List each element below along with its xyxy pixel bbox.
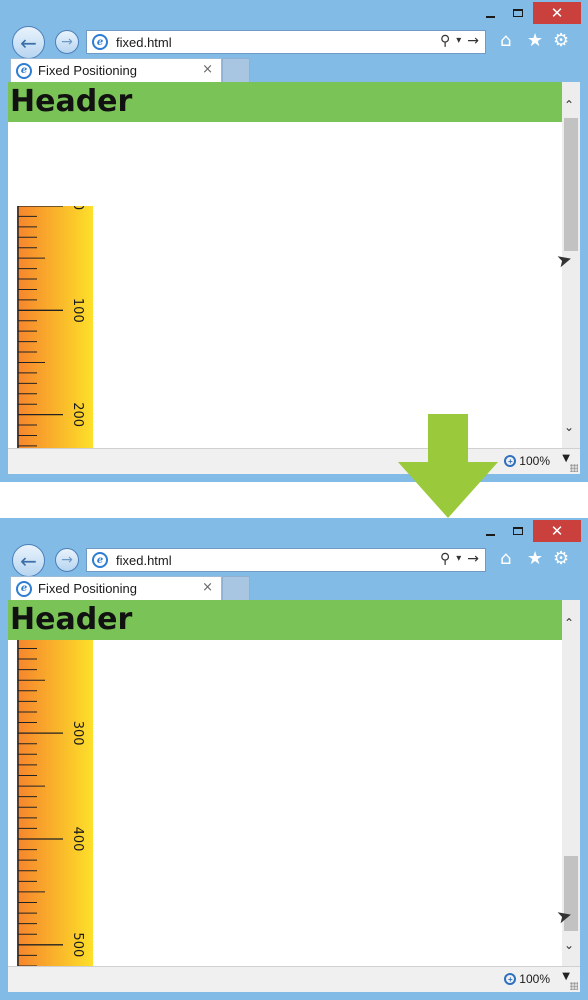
scroll-down-icon[interactable]: ⌄ (564, 420, 574, 434)
zoom-icon: + (504, 973, 517, 985)
url-text: fixed.html (116, 34, 172, 50)
minimize-icon (485, 534, 495, 536)
gear-icon[interactable]: ⚙ (553, 548, 569, 569)
ruler-label: 500 (70, 932, 85, 957)
url-text: fixed.html (116, 552, 172, 568)
ie-icon: e (16, 62, 32, 79)
minimize-icon (485, 16, 495, 18)
browser-window-before: ✕ ← → e fixed.html ⚲ ▾ → ⌂ ★ ⚙ e Fixed P… (0, 0, 588, 482)
tab-fixed-positioning[interactable]: e Fixed Positioning × (10, 576, 222, 600)
tab-close-icon[interactable]: × (202, 580, 213, 595)
scroll-up-icon[interactable]: ⌃ (564, 98, 574, 112)
go-icon[interactable]: → (467, 551, 479, 567)
ruler-label: 0 (70, 206, 85, 210)
search-icon[interactable]: ⚲ (440, 33, 450, 49)
close-window-button[interactable]: ✕ (533, 520, 581, 542)
status-bar: + 100% ▼ (8, 966, 580, 992)
ruler: 0 100 200 (17, 206, 93, 448)
star-icon[interactable]: ★ (527, 548, 543, 569)
page-viewport: Header 300 400 500 ⌃ ⌄ ➤ (8, 600, 580, 966)
home-icon[interactable]: ⌂ (500, 548, 511, 569)
zoom-level: 100% (519, 972, 550, 986)
down-arrow-icon (398, 414, 498, 518)
address-bar[interactable]: e fixed.html ⚲ ▾ → (86, 548, 486, 572)
back-button[interactable]: ← (12, 26, 45, 59)
header-text: Header (10, 602, 133, 637)
forward-icon: → (61, 34, 73, 50)
zoom-dropdown-icon[interactable]: ▼ (562, 971, 570, 982)
home-icon[interactable]: ⌂ (500, 30, 511, 51)
ie-icon: e (92, 34, 108, 50)
ruler-label: 200 (70, 402, 85, 427)
address-bar[interactable]: e fixed.html ⚲ ▾ → (86, 30, 486, 54)
scroll-down-icon[interactable]: ⌄ (564, 938, 574, 952)
back-icon: ← (20, 30, 37, 55)
maximize-icon (513, 527, 523, 535)
ie-icon: e (16, 580, 32, 597)
ruler-scale: 0 100 200 (17, 206, 85, 448)
page-header: Header (8, 82, 562, 122)
scrollbar-thumb[interactable] (564, 118, 578, 251)
minimize-button[interactable] (476, 520, 504, 542)
resize-grip[interactable] (570, 982, 578, 990)
close-window-button[interactable]: ✕ (533, 2, 581, 24)
star-icon[interactable]: ★ (527, 30, 543, 51)
go-icon[interactable]: → (467, 33, 479, 49)
new-tab-button[interactable] (222, 576, 250, 600)
zoom-icon: + (504, 455, 517, 467)
new-tab-button[interactable] (222, 58, 250, 82)
tab-label: Fixed Positioning (38, 63, 137, 78)
dropdown-icon[interactable]: ▾ (456, 553, 461, 567)
back-button[interactable]: ← (12, 544, 45, 577)
resize-grip[interactable] (570, 464, 578, 472)
minimize-button[interactable] (476, 2, 504, 24)
ie-icon: e (92, 552, 108, 568)
page-viewport: Header 0 100 200 ⌃ ⌄ ➤ (8, 82, 580, 448)
forward-button[interactable]: → (55, 548, 79, 572)
gear-icon[interactable]: ⚙ (553, 30, 569, 51)
back-icon: ← (20, 548, 37, 573)
maximize-button[interactable] (504, 520, 532, 542)
close-icon: ✕ (550, 522, 564, 540)
ruler-label: 300 (70, 721, 85, 746)
maximize-icon (513, 9, 523, 17)
ruler-label: 100 (70, 298, 85, 323)
forward-button[interactable]: → (55, 30, 79, 54)
page-header: Header (8, 600, 562, 640)
header-text: Header (10, 84, 133, 119)
zoom-control[interactable]: + 100% (504, 454, 550, 468)
ruler-scale: 300 400 500 (17, 640, 85, 966)
dropdown-icon[interactable]: ▾ (456, 35, 461, 49)
zoom-dropdown-icon[interactable]: ▼ (562, 453, 570, 464)
ruler-label: 400 (70, 827, 85, 852)
browser-window-after: ✕ ← → e fixed.html ⚲ ▾ → ⌂ ★ ⚙ e Fixed P… (0, 518, 588, 1000)
maximize-button[interactable] (504, 2, 532, 24)
tab-fixed-positioning[interactable]: e Fixed Positioning × (10, 58, 222, 82)
tab-close-icon[interactable]: × (202, 62, 213, 77)
zoom-control[interactable]: + 100% (504, 972, 550, 986)
close-icon: ✕ (550, 4, 564, 22)
tab-label: Fixed Positioning (38, 581, 137, 596)
zoom-level: 100% (519, 454, 550, 468)
ruler: 300 400 500 (17, 640, 93, 966)
search-icon[interactable]: ⚲ (440, 551, 450, 567)
scroll-up-icon[interactable]: ⌃ (564, 616, 574, 630)
forward-icon: → (61, 552, 73, 568)
